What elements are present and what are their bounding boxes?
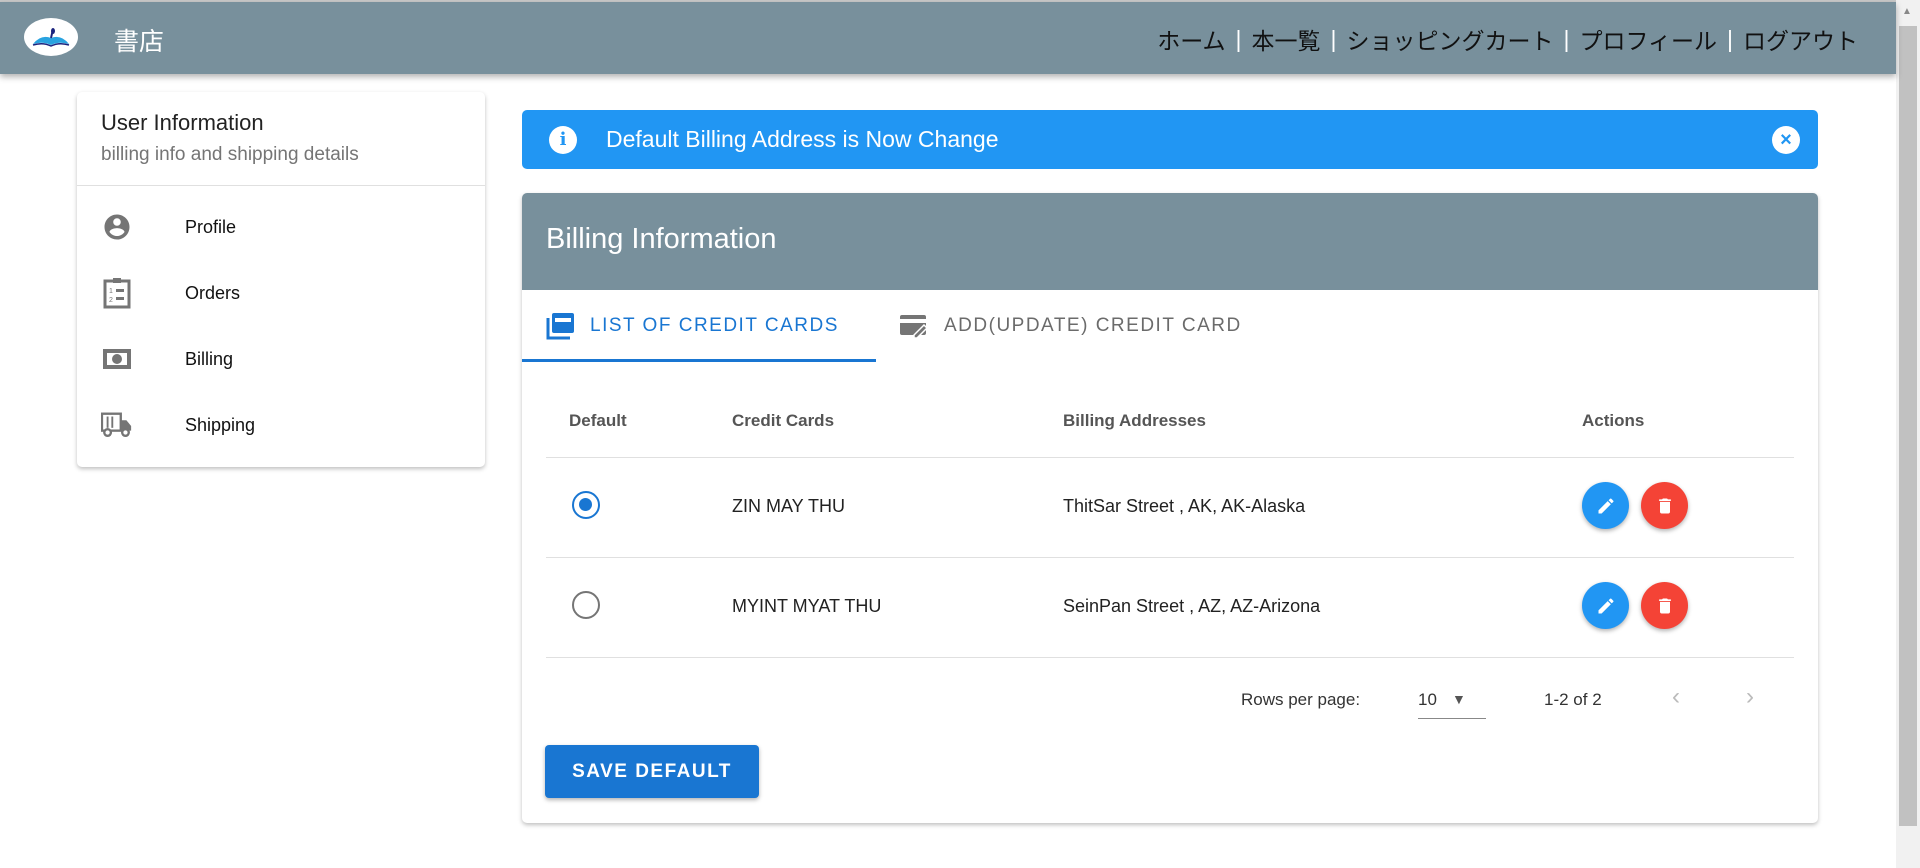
trash-icon bbox=[1658, 498, 1671, 513]
tab-list-credit-cards[interactable]: LIST OF CREDIT CARDS bbox=[522, 290, 876, 362]
book-logo-icon bbox=[32, 28, 70, 47]
user-info-sidebar: User Information billing info and shippi… bbox=[77, 92, 485, 467]
tab-label: LIST OF CREDIT CARDS bbox=[590, 315, 839, 336]
edit-button[interactable] bbox=[1582, 582, 1629, 629]
default-radio[interactable] bbox=[572, 591, 600, 619]
nav-separator: | bbox=[1563, 25, 1570, 52]
edit-card-icon bbox=[900, 315, 929, 339]
sidebar-item-label: Profile bbox=[185, 216, 237, 237]
scrollbar[interactable]: ▲ bbox=[1896, 0, 1920, 868]
row-divider bbox=[546, 557, 1794, 558]
nav-separator: | bbox=[1727, 25, 1733, 52]
row-divider bbox=[546, 457, 1794, 458]
sidebar-item-billing[interactable]: Billing bbox=[77, 326, 485, 392]
dropdown-arrow-icon: ▼ bbox=[1452, 691, 1466, 707]
sidebar-title: User Information bbox=[101, 110, 264, 135]
tabs: LIST OF CREDIT CARDS ADD(UPDATE) CREDIT … bbox=[522, 290, 1818, 362]
info-icon: i bbox=[549, 126, 577, 154]
trash-icon bbox=[1658, 598, 1671, 613]
scroll-up-icon[interactable]: ▲ bbox=[1902, 6, 1912, 17]
pencil-icon bbox=[1598, 597, 1614, 613]
column-header-actions: Actions bbox=[1582, 411, 1645, 430]
tab-add-update-credit-card[interactable]: ADD(UPDATE) CREDIT CARD bbox=[876, 290, 1242, 362]
info-alert: i Default Billing Address is Now Change … bbox=[522, 110, 1818, 169]
sidebar-item-shipping[interactable]: Shipping bbox=[77, 392, 485, 458]
svg-text:2: 2 bbox=[109, 297, 113, 304]
tab-label: ADD(UPDATE) CREDIT CARD bbox=[944, 315, 1242, 336]
alert-message: Default Billing Address is Now Change bbox=[606, 126, 999, 152]
nav-home[interactable]: ホーム bbox=[1157, 22, 1225, 56]
active-tab-indicator bbox=[522, 359, 876, 362]
nav-separator: | bbox=[1330, 25, 1337, 52]
row-divider bbox=[546, 657, 1794, 658]
column-header-default: Default bbox=[569, 411, 627, 430]
svg-text:1: 1 bbox=[109, 288, 113, 295]
column-header-billing-addresses: Billing Addresses bbox=[1063, 411, 1206, 430]
delete-button[interactable] bbox=[1641, 582, 1688, 629]
sidebar-subtitle: billing info and shipping details bbox=[101, 144, 359, 165]
nav-logout[interactable]: ログアウト bbox=[1743, 22, 1858, 56]
main-nav: ホーム | 本一覧 | ショッピングカート | プロフィール | ログアウト bbox=[1157, 22, 1858, 56]
rows-per-page-label: Rows per page: bbox=[1241, 690, 1361, 709]
logo[interactable] bbox=[24, 18, 78, 56]
pagination-range: 1-2 of 2 bbox=[1544, 690, 1602, 709]
sidebar-item-label: Orders bbox=[185, 282, 241, 303]
next-page-icon[interactable]: › bbox=[1746, 683, 1754, 711]
edit-button[interactable] bbox=[1582, 482, 1629, 529]
rows-per-page-select[interactable]: 10 ▼ bbox=[1418, 683, 1486, 719]
credit-card-name: MYINT MYAT THU bbox=[732, 596, 882, 616]
sidebar-item-label: Shipping bbox=[185, 414, 256, 435]
billing-card: Billing Information LIST OF CREDIT CARDS… bbox=[522, 193, 1818, 823]
nav-separator: | bbox=[1235, 25, 1242, 52]
app-header: 書店 ホーム | 本一覧 | ショッピングカート | プロフィール | ログアウト bbox=[0, 2, 1896, 74]
sidebar-item-label: Billing bbox=[185, 348, 234, 369]
sidebar-item-orders[interactable]: 12 Orders bbox=[77, 260, 485, 326]
billing-address: ThitSar Street , AK, AK-Alaska bbox=[1063, 496, 1306, 516]
column-header-credit-cards: Credit Cards bbox=[732, 411, 835, 430]
brand-name[interactable]: 書店 bbox=[114, 22, 164, 58]
save-default-button[interactable]: SAVE DEFAULT bbox=[545, 745, 759, 798]
billing-title: Billing Information bbox=[522, 193, 1818, 290]
credit-cards-icon bbox=[546, 313, 574, 340]
divider bbox=[77, 185, 485, 186]
money-icon bbox=[101, 349, 133, 369]
default-radio-selected[interactable] bbox=[572, 491, 600, 519]
credit-card-name: ZIN MAY THU bbox=[732, 496, 846, 516]
delete-button[interactable] bbox=[1641, 482, 1688, 529]
nav-shopping-cart[interactable]: ショッピングカート bbox=[1346, 22, 1553, 56]
account-circle-icon bbox=[101, 212, 133, 242]
sidebar-item-profile[interactable]: Profile bbox=[77, 194, 485, 260]
truck-icon bbox=[101, 412, 133, 438]
nav-profile[interactable]: プロフィール bbox=[1579, 22, 1717, 56]
billing-address: SeinPan Street , AZ, AZ-Arizona bbox=[1063, 596, 1321, 616]
prev-page-icon[interactable]: ‹ bbox=[1672, 683, 1680, 711]
clipboard-list-icon: 12 bbox=[101, 277, 133, 309]
rows-per-page-value: 10 bbox=[1418, 690, 1437, 709]
close-icon[interactable]: × bbox=[1772, 126, 1800, 154]
scrollbar-thumb[interactable] bbox=[1899, 26, 1917, 826]
pencil-icon bbox=[1598, 497, 1614, 513]
nav-book-list[interactable]: 本一覧 bbox=[1252, 22, 1321, 56]
